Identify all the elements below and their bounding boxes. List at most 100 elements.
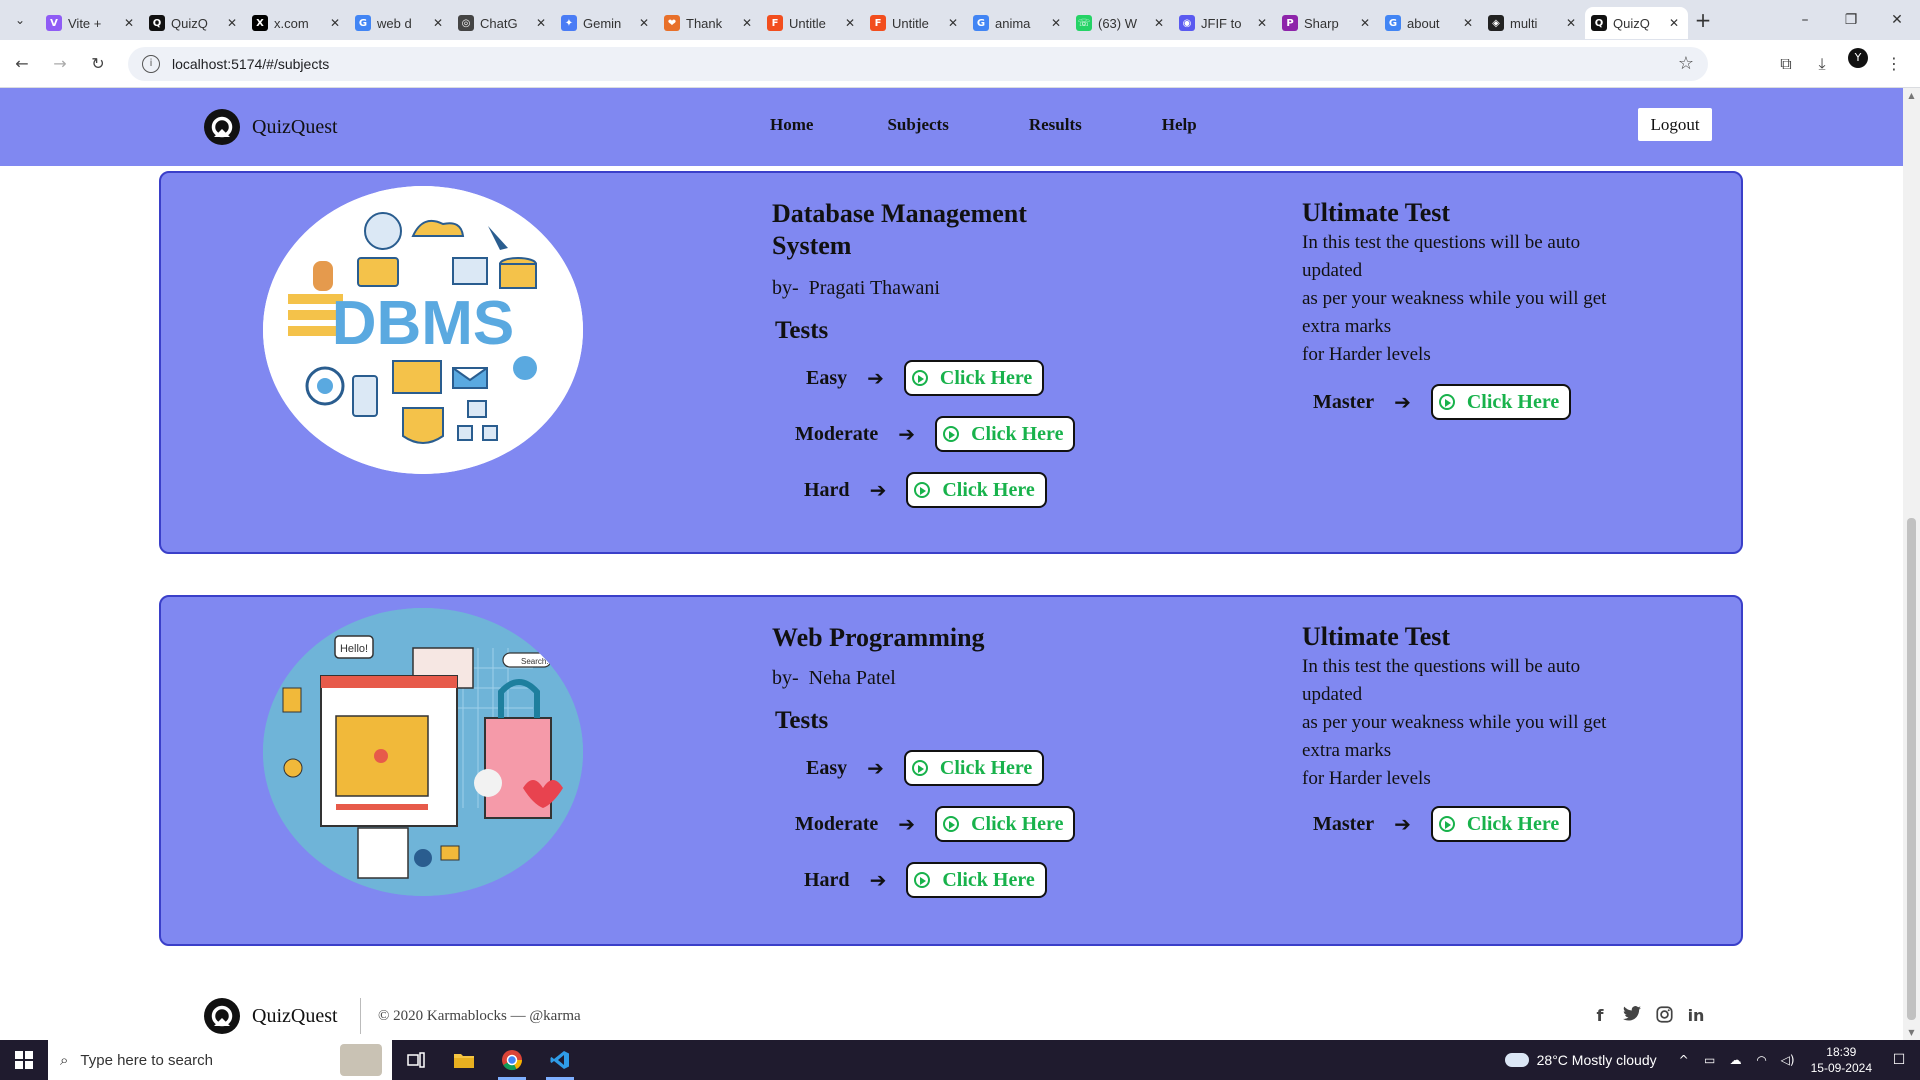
start-easy-button[interactable]: Click Here (903, 750, 1045, 786)
close-tab-icon[interactable]: ✕ (1357, 16, 1373, 30)
twitter-icon[interactable] (1616, 1006, 1648, 1027)
close-tab-icon[interactable]: ✕ (1460, 16, 1476, 30)
close-tab-icon[interactable]: ✕ (1048, 16, 1064, 30)
close-tab-icon[interactable]: ✕ (636, 16, 652, 30)
wifi-icon[interactable]: ◠ (1751, 1053, 1773, 1067)
nav-help[interactable]: Help (1162, 115, 1197, 135)
nav-results[interactable]: Results (1029, 115, 1082, 135)
new-tab-button[interactable]: + (1688, 8, 1718, 32)
vscode-icon[interactable] (536, 1040, 584, 1080)
header-brand[interactable]: QuizQuest (204, 109, 338, 145)
restore-icon[interactable]: ❐ (1828, 0, 1874, 40)
weather-widget[interactable]: 28°C Mostly cloudy (1504, 1052, 1657, 1068)
close-tab-icon[interactable]: ✕ (739, 16, 755, 30)
more-menu-icon[interactable]: ⋮ (1876, 48, 1912, 80)
close-tab-icon[interactable]: ✕ (842, 16, 858, 30)
bookmark-star-icon[interactable]: ☆ (1678, 53, 1694, 74)
sharp-icon: P (1282, 15, 1298, 31)
tab-search-menu-icon[interactable]: ⌄ (0, 0, 40, 40)
close-window-icon[interactable]: ✕ (1874, 0, 1920, 40)
dbms-illustration: DBMS (263, 186, 583, 474)
browser-tab[interactable]: ❤ Thank ✕ (658, 7, 761, 39)
browser-tab[interactable]: ◉ JFIF to ✕ (1173, 7, 1276, 39)
tests-heading: Tests (775, 317, 829, 344)
start-master-button[interactable]: Click Here (1430, 806, 1572, 842)
tab-title: Thank (686, 15, 723, 31)
volume-icon[interactable]: ◁) (1777, 1053, 1799, 1067)
close-tab-icon[interactable]: ✕ (121, 16, 137, 30)
browser-tab[interactable]: Gabout ✕ (1379, 7, 1482, 39)
play-circle-icon (1438, 816, 1455, 832)
page-scrollbar[interactable]: ▲ ▼ (1903, 88, 1920, 1040)
device-icon[interactable]: ▭ (1699, 1053, 1721, 1067)
reload-icon[interactable]: ↻ (82, 48, 114, 80)
file-explorer-icon[interactable] (440, 1040, 488, 1080)
onedrive-icon[interactable]: ☁ (1725, 1053, 1747, 1067)
close-tab-icon[interactable]: ✕ (533, 16, 549, 30)
close-tab-icon[interactable]: ✕ (945, 16, 961, 30)
close-tab-icon[interactable]: ✕ (1563, 16, 1579, 30)
quizquest-icon: Q (149, 15, 165, 31)
start-master-button[interactable]: Click Here (1430, 384, 1572, 420)
scroll-up-icon[interactable]: ▲ (1903, 91, 1920, 100)
instagram-icon[interactable] (1648, 1006, 1680, 1027)
quizquest-logo-icon (204, 998, 240, 1034)
scroll-down-icon[interactable]: ▼ (1903, 1028, 1920, 1037)
notification-center-icon[interactable]: ☐ (1886, 1052, 1912, 1068)
nav-subjects[interactable]: Subjects (887, 115, 948, 135)
start-moderate-button[interactable]: Click Here (935, 416, 1076, 452)
browser-tab[interactable]: V Vite + ✕ (40, 7, 143, 39)
windows-start-icon[interactable] (0, 1040, 48, 1080)
minimize-icon[interactable]: – (1782, 0, 1828, 40)
nav-home[interactable]: Home (770, 115, 813, 135)
close-tab-icon[interactable]: ✕ (1151, 16, 1167, 30)
footer-brand[interactable]: QuizQuest (204, 998, 338, 1034)
forward-arrow-icon[interactable]: → (44, 48, 76, 80)
browser-tab[interactable]: F Untitle ✕ (864, 7, 967, 39)
close-tab-icon[interactable]: ✕ (1666, 16, 1682, 30)
google-icon: G (355, 15, 371, 31)
button-label: Click Here (971, 422, 1064, 445)
start-moderate-button[interactable]: Click Here (935, 806, 1076, 842)
browser-tab[interactable]: Q QuizQ ✕ (143, 7, 246, 39)
task-view-icon[interactable] (392, 1040, 440, 1080)
browser-tab[interactable]: ◈ multi ✕ (1482, 7, 1585, 39)
right-arrow-icon: ➔ (869, 868, 887, 892)
browser-tab[interactable]: ◎ ChatG ✕ (452, 7, 555, 39)
browser-tab[interactable]: ✦ Gemin ✕ (555, 7, 658, 39)
profile-avatar-icon[interactable]: Y (1848, 47, 1868, 68)
close-tab-icon[interactable]: ✕ (224, 16, 240, 30)
chatgpt-icon: ◎ (458, 15, 474, 31)
linkedin-icon[interactable]: in (1680, 1006, 1712, 1027)
extensions-icon[interactable]: ⧉ (1768, 48, 1804, 80)
close-tab-icon[interactable]: ✕ (1254, 16, 1270, 30)
browser-tab[interactable]: ☏ (63) W ✕ (1070, 7, 1173, 39)
window-controls: – ❐ ✕ (1782, 0, 1920, 40)
weather-text: 28°C Mostly cloudy (1536, 1052, 1657, 1068)
taskbar-search[interactable]: ⌕ Type here to search (48, 1040, 392, 1080)
download-icon[interactable]: ⤓ (1804, 48, 1840, 80)
dbms-image-text: DBMS (332, 289, 515, 358)
browser-tab[interactable]: Xx.com ✕ (246, 7, 349, 39)
close-tab-icon[interactable]: ✕ (327, 16, 343, 30)
show-hidden-icons-icon[interactable]: ^ (1673, 1053, 1695, 1067)
start-hard-button[interactable]: Click Here (906, 862, 1047, 898)
browser-tab[interactable]: Ganima ✕ (967, 7, 1070, 39)
close-tab-icon[interactable]: ✕ (430, 16, 446, 30)
logout-button[interactable]: Logout (1638, 108, 1712, 141)
description-line: In this test the questions will be auto … (1302, 232, 1581, 281)
scrollbar-thumb[interactable] (1907, 518, 1916, 1020)
start-easy-button[interactable]: Click Here (903, 360, 1045, 396)
browser-tab[interactable]: Gweb d ✕ (349, 7, 452, 39)
chrome-icon[interactable] (488, 1040, 536, 1080)
facebook-icon[interactable]: f (1584, 1006, 1616, 1027)
browser-tab[interactable]: F Untitle ✕ (761, 7, 864, 39)
tab-title: (63) W (1098, 15, 1137, 31)
browser-tab[interactable]: P Sharp ✕ (1276, 7, 1379, 39)
start-hard-button[interactable]: Click Here (906, 472, 1047, 508)
address-bar[interactable]: i localhost:5174/#/subjects ☆ (128, 46, 1708, 81)
back-arrow-icon[interactable]: ← (6, 48, 38, 80)
clock[interactable]: 18:39 15-09-2024 (1811, 1044, 1872, 1076)
site-info-icon[interactable]: i (142, 54, 160, 73)
browser-tab[interactable]: Q QuizQ ✕ (1585, 7, 1688, 39)
